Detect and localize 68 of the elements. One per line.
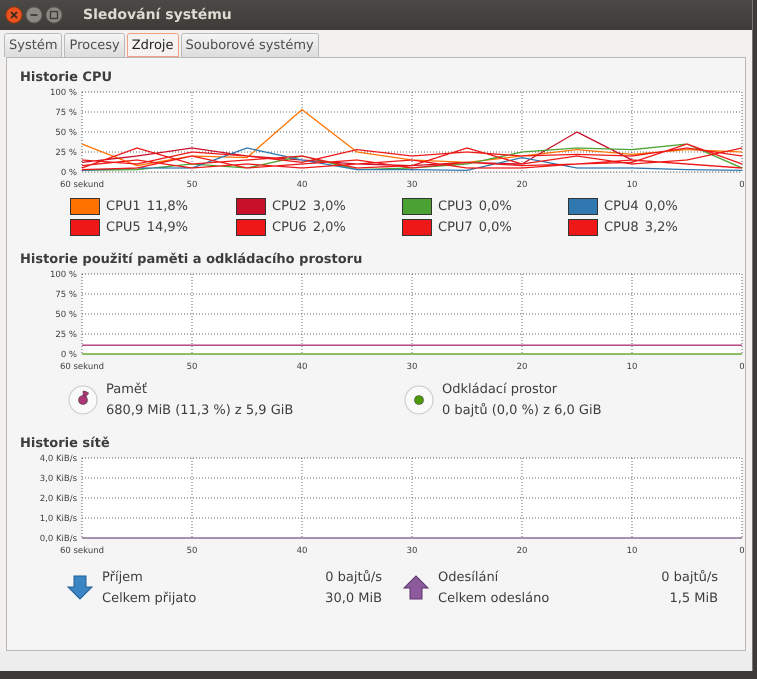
rate-value: 0 bajtů/s [325,570,382,585]
cpu-label: CPU6 [272,220,307,235]
axis-label: 60 sekund [60,546,104,556]
axis-label: 0 [739,546,745,556]
axis-label: 60 sekund [60,180,104,190]
axis-label: 1,0 KiB/s [40,514,77,524]
axis-label: 4,0 KiB/s [40,454,77,464]
cpu-value: 2,0% [312,220,346,235]
cpu-value: 0,0% [478,220,512,235]
usage-text: 0 bajtů (0,0 %) z 6,0 GiB [442,403,602,418]
axis-label: 0 % [60,350,77,360]
rate-value: 0 bajtů/s [661,570,718,585]
cpu-value: 11,8% [146,199,188,214]
axis-label: 20 [516,546,528,556]
axis-label: 10 [626,362,638,372]
cpu-value: 0,0% [478,199,512,214]
axis-label: 50 [186,180,198,190]
cpu-value: 14,9% [146,220,188,235]
axis-label: 10 [626,546,638,556]
axis-label: 75 % [55,108,77,118]
total-label: Celkem odesláno [438,591,550,606]
axis-label: 50 % [55,128,77,138]
axis-label: 10 [626,180,638,190]
axis-label: 100 % [50,88,77,98]
total-value: 30,0 MiB [325,591,382,606]
legend-label: Příjem [102,570,144,585]
total-value: 1,5 MiB [669,591,718,606]
axis-label: 0 [739,362,745,372]
cpu-label: CPU1 [106,199,141,214]
cpu-value: 3,0% [312,199,346,214]
axis-label: 25 % [55,330,77,340]
axis-label: 0,0 KiB/s [40,534,77,544]
total-label: Celkem přijato [102,591,198,606]
cpu-label: CPU4 [604,199,639,214]
axis-label: 25 % [55,148,77,158]
legend-label: Odkládací prostor [442,382,558,397]
axis-label: 20 [516,362,528,372]
legend-label: Odesílání [438,570,500,585]
axis-label: 2,0 KiB/s [40,494,77,504]
legend-label: Paměť [106,382,148,397]
axis-label: 3,0 KiB/s [40,474,77,484]
cpu-label: CPU8 [604,220,639,235]
axis-label: 60 sekund [60,362,104,372]
cpu-label: CPU7 [438,220,473,235]
axis-label: 30 [406,546,418,556]
axis-label: 30 [406,180,418,190]
cpu-label: CPU2 [272,199,307,214]
section-heading: Historie sítě [20,436,111,451]
axis-label: 30 [406,362,418,372]
usage-text: 680,9 MiB (11,3 %) z 5,9 GiB [106,403,294,418]
axis-label: 50 % [55,310,77,320]
axis-label: 100 % [50,270,77,280]
section-heading: Historie použití paměti a odkládacího prostoru [20,252,364,267]
cpu-value: 0,0% [644,199,678,214]
axis-label: 75 % [55,290,77,300]
axis-label: 20 [516,180,528,190]
axis-label: 0 [739,180,745,190]
axis-label: 50 [186,546,198,556]
axis-label: 40 [296,546,308,556]
section-heading: Historie CPU [20,70,114,85]
cpu-value: 3,2% [644,220,678,235]
window-title: Sledování systému [83,7,232,23]
axis-label: 40 [296,362,308,372]
cpu-label: CPU5 [106,220,141,235]
cpu-label: CPU3 [438,199,473,214]
axis-label: 0 % [60,168,77,178]
axis-label: 40 [296,180,308,190]
axis-label: 50 [186,362,198,372]
